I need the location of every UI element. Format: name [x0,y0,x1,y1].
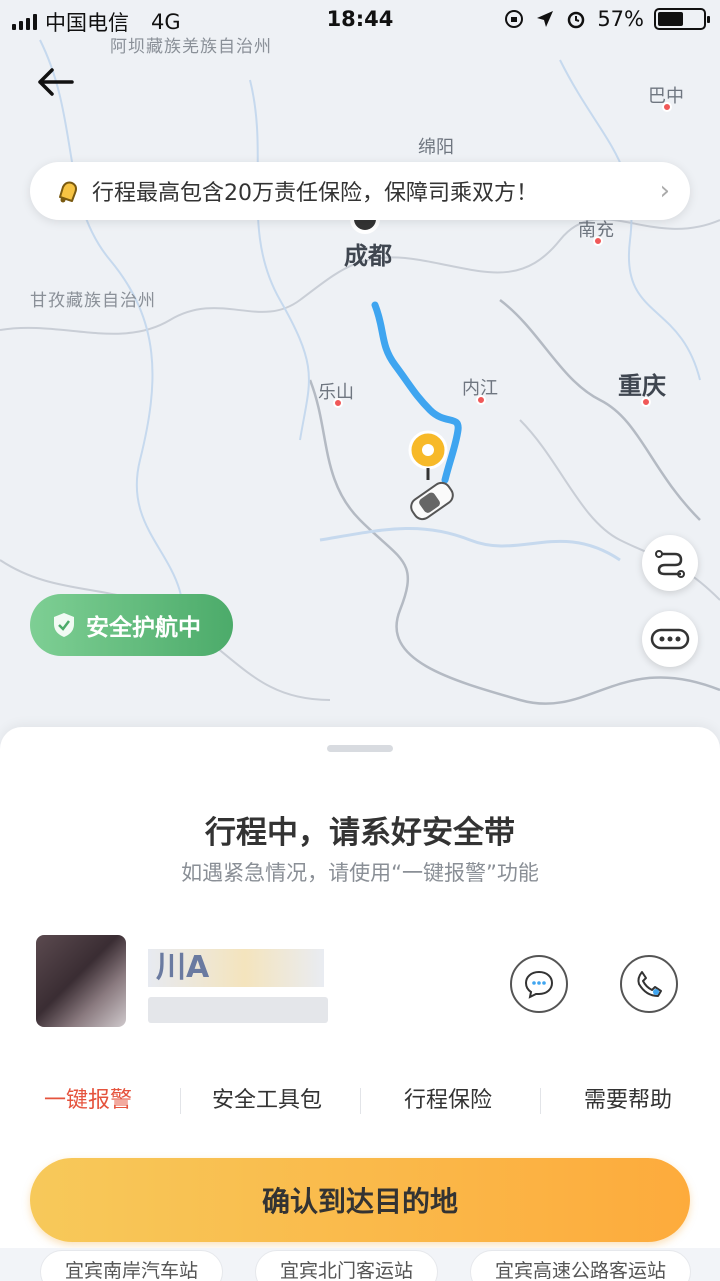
map-label-mianyang: 绵阳 [418,137,454,158]
city-dot [593,236,603,246]
call-button[interactable] [620,955,678,1013]
driver-card: 川A [36,935,684,1029]
destination-chip[interactable]: 宜宾南岸汽车站 [40,1250,224,1281]
bell-icon [59,181,77,203]
driver-avatar[interactable] [36,935,126,1027]
city-dot [333,398,343,408]
confirm-arrival-button[interactable]: 确认到达目的地 [30,1158,690,1242]
safety-toolkit-link[interactable]: 安全工具包 [212,1082,322,1114]
car-icon [410,481,454,521]
alarm-icon [568,11,585,29]
destination-chip[interactable]: 宜宾北门客运站 [255,1250,439,1281]
destination-chip[interactable]: 宜宾高速公路客运站 [470,1250,692,1281]
more-options-button[interactable] [642,611,698,667]
trip-insurance-link[interactable]: 行程保险 [404,1082,492,1114]
city-dot [641,397,651,407]
back-arrow-icon[interactable] [34,62,78,102]
divider [180,1088,181,1114]
banner-text: 行程最高包含20万责任保险，保障司乘双方！ [92,181,538,206]
status-bar: 中国电信 4G 18:44 57% [0,0,720,40]
divider [540,1088,541,1114]
license-plate: 川A [148,949,324,987]
map-label-chengdu: 成都 [344,242,392,270]
trip-status-title: 行程中，请系好安全带 [205,815,515,851]
message-button[interactable] [510,955,568,1013]
trip-status-subtitle: 如遇紧急情况，请使用“一键报警”功能 [181,861,539,885]
insurance-banner[interactable]: 行程最高包含20万责任保险，保障司乘双方！ › [30,162,690,220]
car-info [148,997,328,1023]
safety-escort-badge[interactable]: 安全护航中 [30,594,233,656]
map-label-ganzi: 甘孜藏族自治州 [30,291,156,311]
divider [360,1088,361,1114]
phone-icon [637,971,662,997]
battery-percent: 57% [597,7,644,31]
safety-tools: 一键报警 安全工具包 行程保险 需要帮助 [0,1082,720,1122]
city-dot [476,395,486,405]
map-label-chongqing: 重庆 [618,372,666,400]
location-arrow-icon [537,11,554,27]
emergency-alarm-link[interactable]: 一键报警 [44,1082,132,1114]
chat-icon [524,970,554,999]
destination-pin-icon [408,430,448,480]
destination-suggestions: 宜宾南岸汽车站 宜宾北门客运站 宜宾高速公路客运站 [0,1248,720,1281]
shield-icon [54,613,74,637]
drag-handle[interactable] [327,745,393,752]
more-icon [650,628,690,650]
safety-escort-label: 安全护航中 [86,615,201,641]
trip-panel: 行程中，请系好安全带 如遇紧急情况，请使用“一键报警”功能 川A 一键报警 安全… [0,727,720,1281]
city-dot [662,102,672,112]
chevron-right-icon: › [659,176,670,206]
battery-icon [654,8,710,30]
route-overview-button[interactable] [642,535,698,591]
need-help-link[interactable]: 需要帮助 [584,1082,672,1114]
route-icon [655,550,685,578]
orientation-lock-icon [505,10,524,28]
